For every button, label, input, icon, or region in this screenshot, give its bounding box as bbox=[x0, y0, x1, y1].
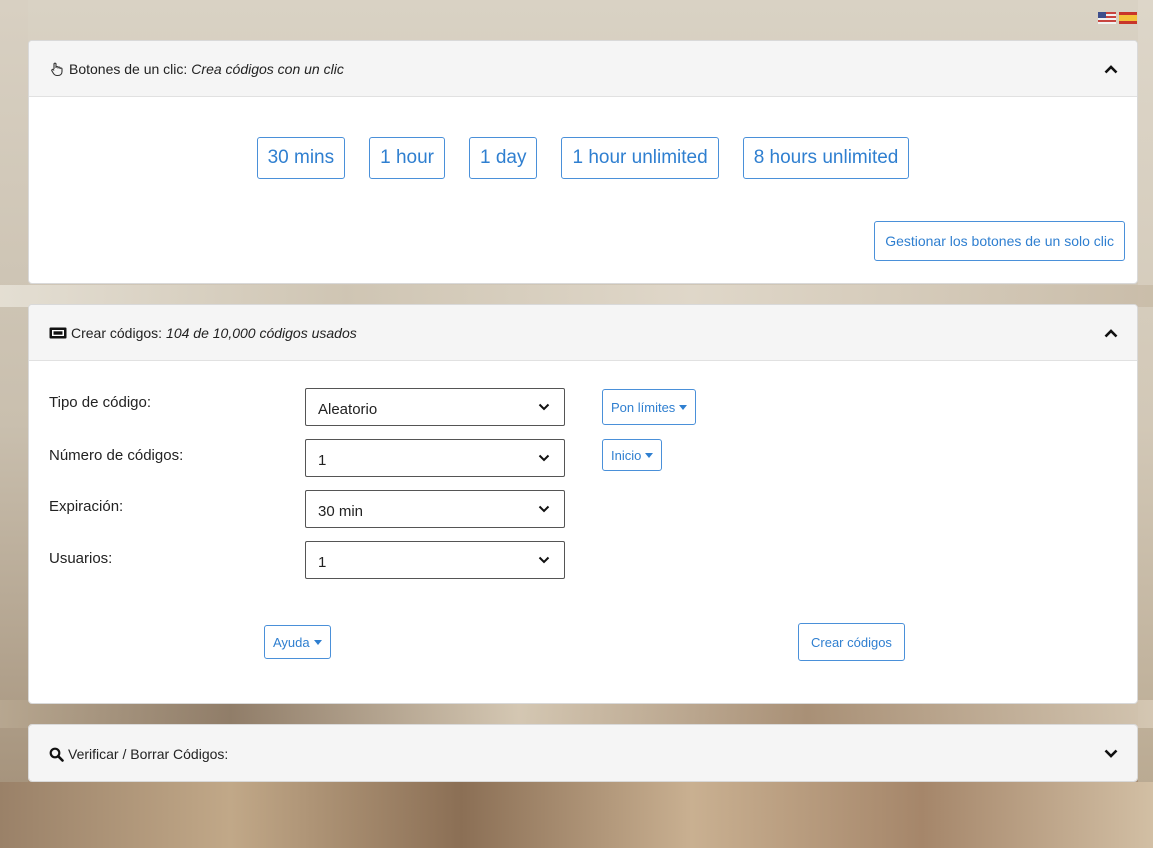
code-type-select[interactable]: Aleatorio bbox=[305, 388, 565, 426]
create-codes-panel: Crear códigos: 104 de 10,000 códigos usa… bbox=[28, 304, 1138, 704]
create-codes-button[interactable]: Crear códigos bbox=[798, 623, 905, 661]
oneclick-panel-title: Botones de un clic: Crea códigos con un … bbox=[49, 61, 344, 77]
oneclick-button-30-mins[interactable]: 30 mins bbox=[256, 137, 346, 179]
oneclick-buttons: 30 mins 1 hour 1 day 1 hour unlimited 8 … bbox=[29, 137, 1137, 179]
verify-codes-panel-title: Verificar / Borrar Códigos: bbox=[49, 746, 228, 762]
chevron-up-icon[interactable] bbox=[1099, 321, 1123, 345]
language-switcher bbox=[1098, 12, 1137, 24]
code-count-label: Número de códigos: bbox=[49, 447, 184, 464]
verify-codes-panel-header[interactable]: Verificar / Borrar Códigos: bbox=[29, 725, 1137, 781]
set-limits-label: Pon límites bbox=[611, 399, 676, 415]
help-label: Ayuda bbox=[273, 634, 310, 650]
oneclick-subtitle: Crea códigos con un clic bbox=[191, 60, 344, 77]
caret-down-icon bbox=[645, 452, 654, 458]
oneclick-button-8-hours-unlimited[interactable]: 8 hours unlimited bbox=[742, 137, 910, 179]
expiration-label: Expiración: bbox=[49, 498, 124, 515]
start-dropdown[interactable]: Inicio bbox=[602, 439, 663, 471]
oneclick-panel: Botones de un clic: Crea códigos con un … bbox=[28, 40, 1138, 284]
users-select[interactable]: 1 bbox=[305, 541, 565, 579]
chevron-up-icon[interactable] bbox=[1099, 57, 1123, 81]
caret-down-icon bbox=[679, 404, 688, 410]
pointer-hand-icon bbox=[49, 61, 65, 77]
caret-down-icon bbox=[313, 639, 322, 645]
oneclick-title: Botones de un clic: bbox=[69, 60, 188, 77]
chevron-down-icon bbox=[538, 451, 552, 465]
oneclick-button-1-day[interactable]: 1 day bbox=[469, 137, 538, 179]
users-label: Usuarios: bbox=[49, 550, 113, 567]
code-type-label: Tipo de código: bbox=[49, 394, 152, 411]
ticket-icon bbox=[49, 327, 67, 339]
code-count-select[interactable]: 1 bbox=[305, 439, 565, 477]
codes-usage: 104 de 10,000 códigos usados bbox=[166, 324, 357, 341]
create-codes-title: Crear códigos: bbox=[71, 324, 163, 341]
background-right bbox=[1138, 0, 1153, 848]
background-floor bbox=[0, 782, 1153, 848]
expiration-value: 30 min bbox=[318, 502, 364, 520]
expiration-select[interactable]: 30 min bbox=[305, 490, 565, 528]
chevron-down-icon bbox=[538, 400, 552, 414]
chevron-down-icon bbox=[538, 502, 552, 516]
manage-oneclick-button[interactable]: Gestionar los botones de un solo clic bbox=[874, 221, 1125, 261]
search-icon bbox=[49, 747, 64, 762]
code-count-value: 1 bbox=[318, 451, 327, 469]
users-value: 1 bbox=[318, 553, 327, 571]
verify-codes-panel: Verificar / Borrar Códigos: bbox=[28, 724, 1138, 782]
background-left bbox=[0, 0, 28, 848]
set-limits-dropdown[interactable]: Pon límites bbox=[602, 389, 697, 425]
oneclick-button-1-hour[interactable]: 1 hour bbox=[369, 137, 445, 179]
chevron-down-icon bbox=[538, 553, 552, 567]
us-flag-icon[interactable] bbox=[1098, 12, 1116, 24]
verify-codes-title: Verificar / Borrar Códigos: bbox=[68, 746, 229, 762]
oneclick-panel-header[interactable]: Botones de un clic: Crea códigos con un … bbox=[29, 41, 1137, 97]
help-dropdown[interactable]: Ayuda bbox=[264, 625, 331, 659]
create-codes-panel-title: Crear códigos: 104 de 10,000 códigos usa… bbox=[49, 325, 357, 341]
es-flag-icon[interactable] bbox=[1119, 12, 1137, 24]
start-label: Inicio bbox=[611, 447, 642, 463]
oneclick-button-1-hour-unlimited[interactable]: 1 hour unlimited bbox=[561, 137, 719, 179]
create-codes-panel-header[interactable]: Crear códigos: 104 de 10,000 códigos usa… bbox=[29, 305, 1137, 361]
chevron-down-icon[interactable] bbox=[1099, 742, 1123, 766]
code-type-value: Aleatorio bbox=[318, 400, 378, 418]
